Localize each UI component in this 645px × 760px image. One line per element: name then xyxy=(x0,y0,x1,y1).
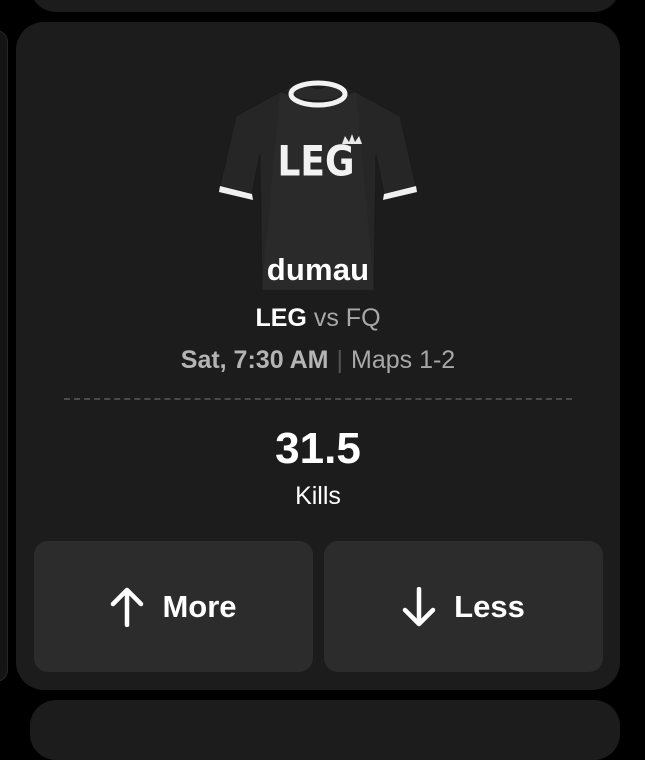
less-button[interactable]: Less xyxy=(324,541,603,672)
opponent-abbr: FQ xyxy=(345,304,381,332)
player-name: dumau xyxy=(266,252,370,287)
game-time: Sat, 7:30 AM xyxy=(180,346,329,374)
less-label: Less xyxy=(454,588,525,624)
vs-label: vs xyxy=(313,304,339,332)
game-schedule: Sat, 7:30 AM | Maps 1-2 xyxy=(16,346,620,375)
jersey-team-text: LEG xyxy=(277,138,354,186)
previous-projection-card[interactable] xyxy=(30,0,620,12)
team-abbr: LEG xyxy=(255,304,307,332)
projection-line-value: 31.5 xyxy=(275,424,361,473)
more-button[interactable]: More xyxy=(34,541,313,672)
next-projection-card[interactable] xyxy=(30,700,620,760)
more-label: More xyxy=(162,588,237,624)
separator: | xyxy=(336,346,344,374)
arrow-up-icon xyxy=(111,587,144,627)
arrow-down-icon xyxy=(402,586,436,626)
adjacent-card-edge xyxy=(0,30,8,682)
dashed-divider xyxy=(64,398,572,400)
projection-card[interactable]: LEG dumau LEG vs FQ Sat, 7:30 AM | Maps 1-… xyxy=(16,22,620,690)
maps-range: Maps 1-2 xyxy=(351,346,456,374)
stat-type-label: Kills xyxy=(295,482,341,510)
matchup: LEG vs FQ xyxy=(16,304,620,333)
